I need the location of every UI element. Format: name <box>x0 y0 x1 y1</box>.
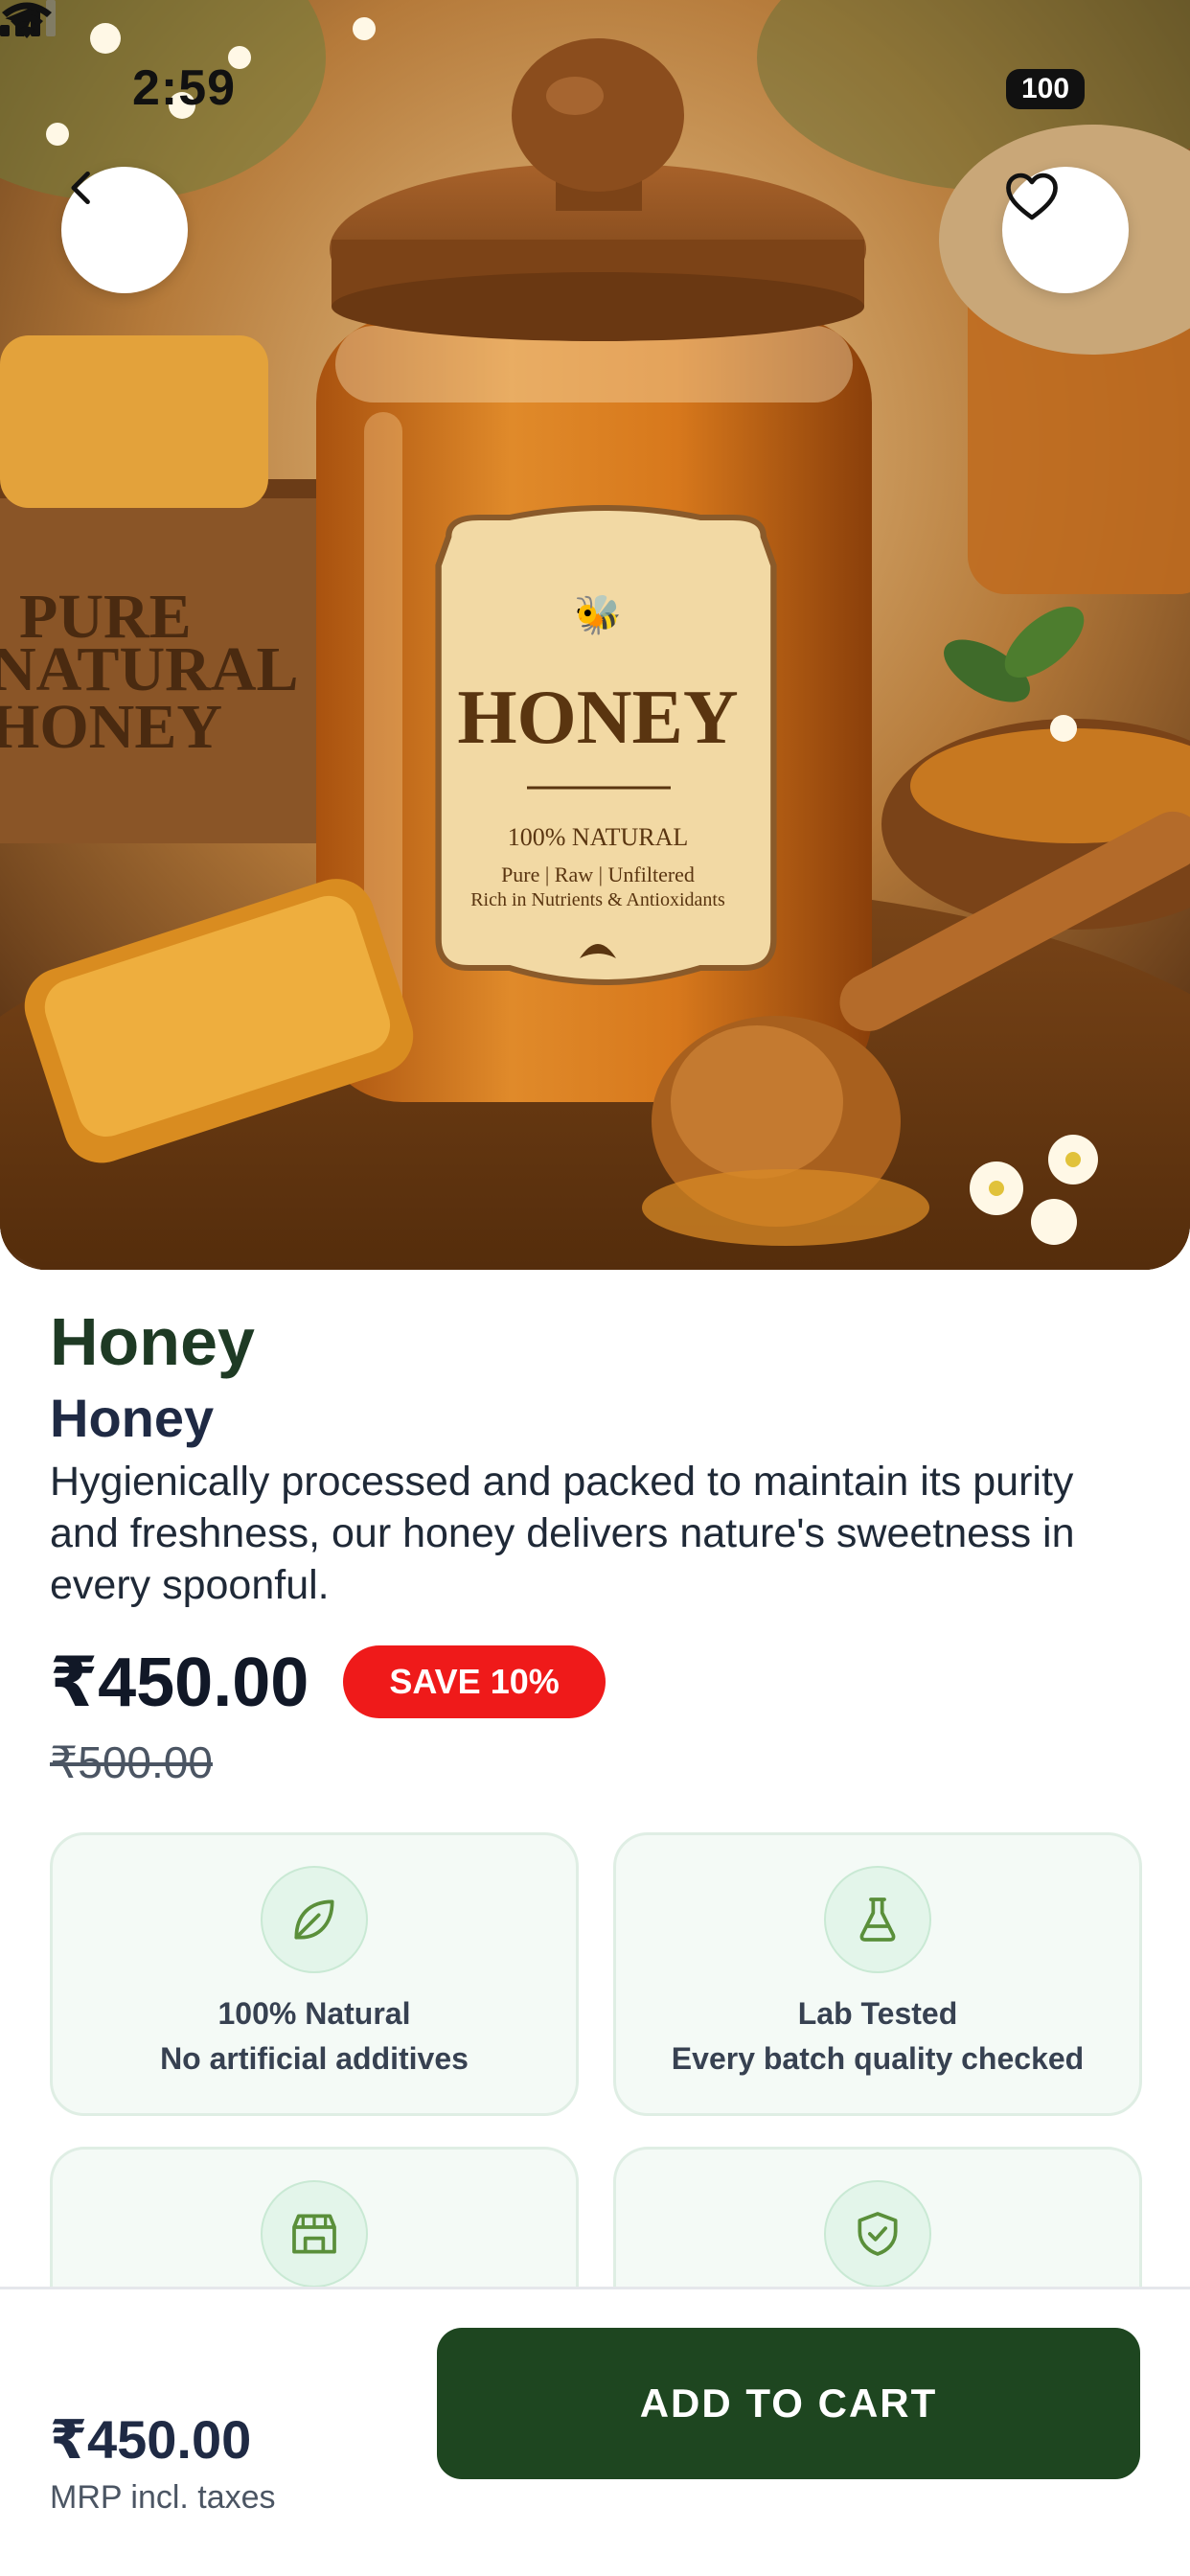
status-time: 2:59 <box>132 60 237 116</box>
product-subname: Honey <box>50 1388 215 1448</box>
svg-text:🐝: 🐝 <box>574 594 622 636</box>
product-info: Honey Honey Hygienically processed and p… <box>50 1299 1142 1611</box>
wifi-icon <box>2 2 52 38</box>
flask-icon <box>859 1898 896 1942</box>
bottom-price: ₹450.00 <box>50 2409 252 2470</box>
svg-text:HONEY: HONEY <box>457 676 738 760</box>
battery-indicator: 100 <box>1006 69 1085 109</box>
original-price: ₹500.00 <box>50 1737 213 1787</box>
feature-title: 100% Natural <box>217 1996 411 2031</box>
feature-card-lab-tested: Lab Tested Every batch quality checked <box>613 1832 1142 2116</box>
feature-title: Lab Tested <box>797 1996 958 2031</box>
product-hero-image: PURE NATURAL HONEY 🐝 HONEY 100% NATURAL <box>0 0 1190 1270</box>
shield-check-icon <box>858 2212 898 2256</box>
product-description: Hygienically processed and packed to mai… <box>50 1459 1075 1608</box>
heart-icon <box>1006 172 1058 220</box>
status-bar: 2:59 100 <box>0 0 1190 172</box>
favorite-button[interactable] <box>1002 167 1129 293</box>
feature-subtitle: Every batch quality checked <box>671 2041 1085 2076</box>
svg-text:100% NATURAL: 100% NATURAL <box>508 823 689 851</box>
store-icon <box>292 2214 336 2254</box>
svg-text:Rich in Nutrients & Antioxidan: Rich in Nutrients & Antioxidants <box>470 889 725 910</box>
price-note: MRP incl. taxes <box>50 2479 276 2516</box>
back-button[interactable] <box>61 167 188 293</box>
add-to-cart-button[interactable]: ADD TO CART <box>437 2328 1140 2479</box>
save-badge: SAVE 10% <box>343 1645 606 1718</box>
bottom-action-bar: ₹450.00 MRP incl. taxes ADD TO CART <box>0 2287 1190 2576</box>
feature-card-natural: 100% Natural No artificial additives <box>50 1832 579 2116</box>
chevron-left-icon <box>71 171 90 205</box>
svg-text:Pure | Raw | Unfiltered: Pure | Raw | Unfiltered <box>501 862 695 886</box>
feature-subtitle: No artificial additives <box>160 2041 469 2076</box>
price-row: ₹450.00 SAVE 10% <box>50 1629 606 1735</box>
leaf-icon <box>294 1899 334 1940</box>
product-price: ₹450.00 <box>50 1644 309 1721</box>
svg-text:HONEY: HONEY <box>0 692 222 762</box>
product-name: Honey <box>50 1304 255 1379</box>
